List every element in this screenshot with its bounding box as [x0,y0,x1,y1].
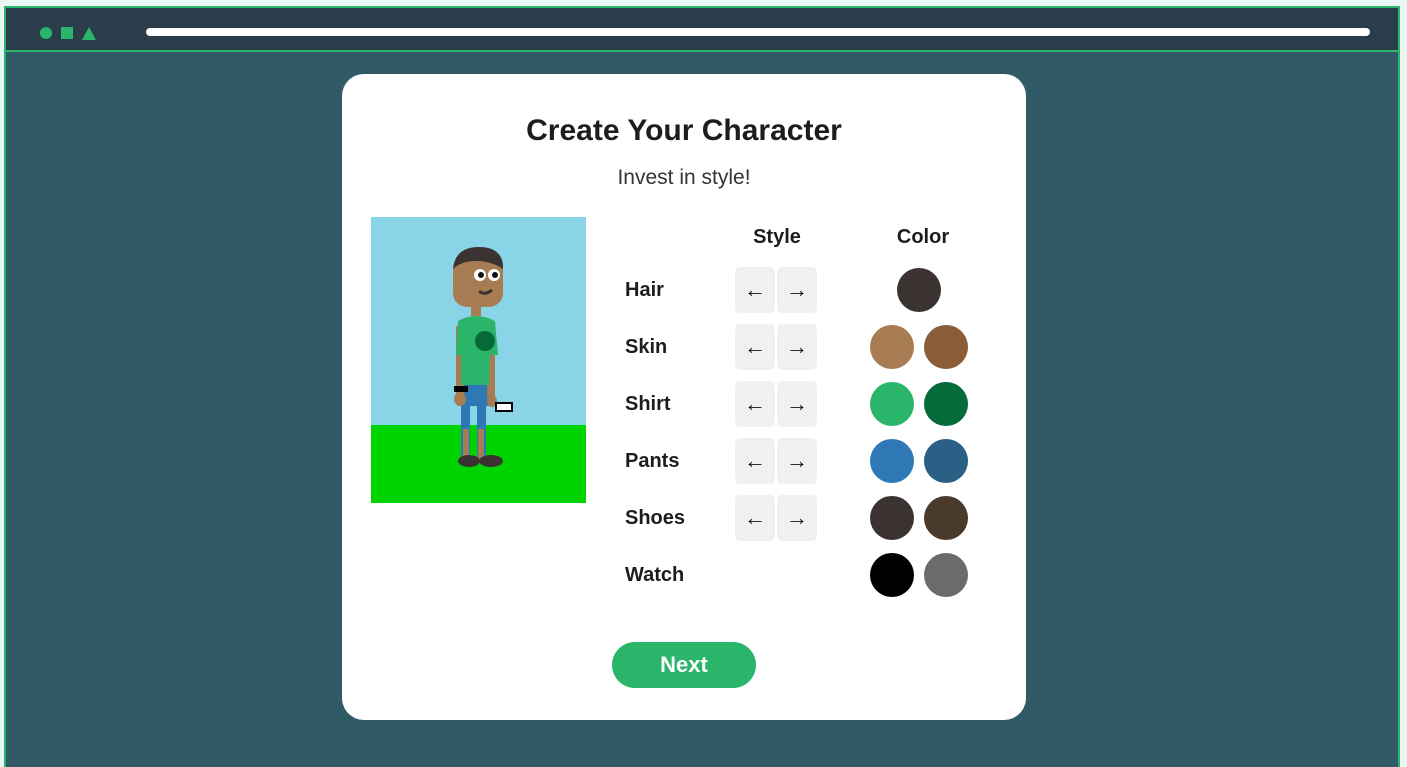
page-title: Create Your Character [526,114,842,147]
shirt-style-next-button[interactable]: → [777,381,817,427]
hair-style-next-button[interactable]: → [777,267,817,313]
hair-color-swatch-1[interactable] [897,268,941,312]
row-label-shoes: Shoes [625,507,686,529]
row-label-skin: Skin [625,336,668,358]
row-label-hair: Hair [625,279,664,301]
style-column-header: Style [753,226,801,248]
shoes-color-swatch-2[interactable] [924,496,968,540]
title-bar [6,8,1398,52]
circle-icon[interactable] [40,27,52,39]
character-figure [371,247,586,503]
shoes-style-prev-button[interactable]: ← [735,495,775,541]
row-label-watch: Watch [625,564,685,586]
address-bar[interactable] [146,28,1370,36]
watch-color-swatch-2[interactable] [924,553,968,597]
skin-color-swatch-2[interactable] [924,325,968,369]
skin-style-prev-button[interactable]: ← [735,324,775,370]
next-button[interactable]: Next [612,642,756,688]
skin-color-swatch-1[interactable] [870,325,914,369]
row-label-pants: Pants [625,450,680,472]
shoes-style-next-button[interactable]: → [777,495,817,541]
skin-style-next-button[interactable]: → [777,324,817,370]
pants-color-swatch-1[interactable] [870,439,914,483]
character-creator-card: Create Your Character Invest in style! S… [342,74,1026,720]
shirt-style-prev-button[interactable]: ← [735,381,775,427]
row-label-shirt: Shirt [625,393,671,415]
shirt-color-swatch-2[interactable] [924,382,968,426]
color-column-header: Color [896,226,950,248]
pants-color-swatch-2[interactable] [924,439,968,483]
pants-style-next-button[interactable]: → [777,438,817,484]
hair-style-prev-button[interactable]: ← [735,267,775,313]
character-preview [371,217,586,503]
watch-color-swatch-1[interactable] [870,553,914,597]
pants-style-prev-button[interactable]: ← [735,438,775,484]
shirt-color-swatch-1[interactable] [870,382,914,426]
shoes-color-swatch-1[interactable] [870,496,914,540]
page-subtitle: Invest in style! [617,166,751,189]
square-icon[interactable] [61,27,73,39]
triangle-icon[interactable] [82,26,96,40]
window-controls [40,26,96,40]
